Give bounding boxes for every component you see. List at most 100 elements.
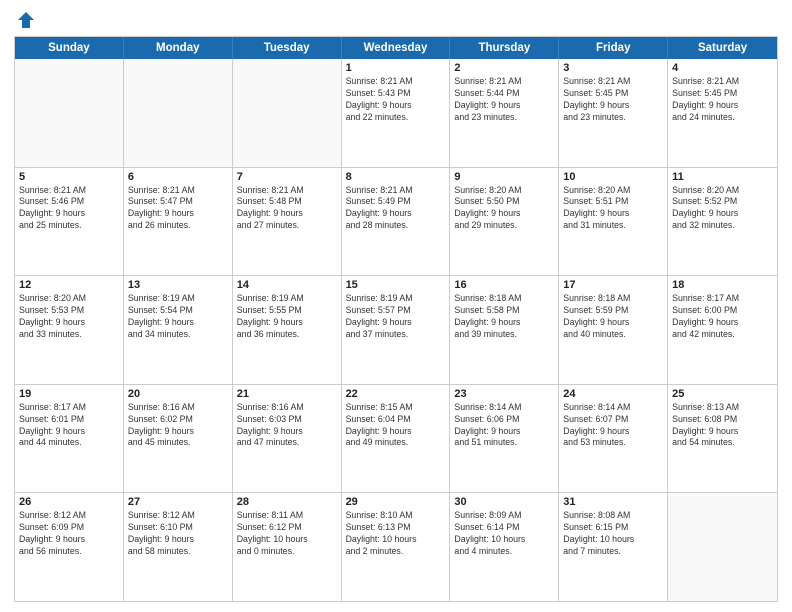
calendar-cell: 14Sunrise: 8:19 AM Sunset: 5:55 PM Dayli…: [233, 276, 342, 384]
day-number: 17: [563, 279, 663, 291]
day-number: 27: [128, 496, 228, 508]
calendar-cell: 21 Sunrise: 8:16 AM Sunset: 6:03 PM Dayli…: [233, 385, 342, 493]
day-info: Sunrise: 8:16 AM Sunset: 6:03 PM Dayligh…: [237, 402, 337, 450]
calendar-cell: 25 Sunrise: 8:13 AM Sunset: 6:08 PM Dayli…: [668, 385, 777, 493]
calendar-cell: 8 Sunrise: 8:21 AM Sunset: 5:49 PM Daylig…: [342, 168, 451, 276]
day-info: Sunrise: 8:21 AM Sunset: 5:43 PM Dayligh…: [346, 76, 446, 124]
calendar-cell: 13 Sunrise: 8:19 AM Sunset: 5:54 PM Dayli…: [124, 276, 233, 384]
header-day: Wednesday: [342, 37, 451, 59]
day-number: 19: [19, 388, 119, 400]
calendar-cell: 24 Sunrise: 8:14 AM Sunset: 6:07 PM Dayli…: [559, 385, 668, 493]
day-info: Sunrise: 8:21 AM Sunset: 5:49 PM Dayligh…: [346, 185, 446, 233]
day-info: Sunrise: 8:09 AM Sunset: 6:14 PM Dayligh…: [454, 510, 554, 558]
header-day: Tuesday: [233, 37, 342, 59]
day-number: 4: [672, 62, 773, 74]
day-number: 21: [237, 388, 337, 400]
day-info: Sunrise: 8:21 AM Sunset: 5:47 PM Dayligh…: [128, 185, 228, 233]
calendar-week: 12 Sunrise: 8:20 AM Sunset: 5:53 PM Dayli…: [15, 275, 777, 384]
day-info: Sunrise: 8:17 AM Sunset: 6:00 PM Dayligh…: [672, 293, 773, 341]
day-number: 15: [346, 279, 446, 291]
calendar-cell: 3 Sunrise: 8:21 AM Sunset: 5:45 PM Daylig…: [559, 59, 668, 167]
day-number: 10: [563, 171, 663, 183]
calendar-cell: 2 Sunrise: 8:21 AM Sunset: 5:44 PM Daylig…: [450, 59, 559, 167]
calendar-cell: 31Sunrise: 8:08 AM Sunset: 6:15 PM Dayli…: [559, 493, 668, 601]
day-info: Sunrise: 8:20 AM Sunset: 5:53 PM Dayligh…: [19, 293, 119, 341]
day-number: 12: [19, 279, 119, 291]
day-info: Sunrise: 8:21 AM Sunset: 5:45 PM Dayligh…: [672, 76, 773, 124]
day-info: Sunrise: 8:21 AM Sunset: 5:44 PM Dayligh…: [454, 76, 554, 124]
calendar-cell: 28 Sunrise: 8:11 AM Sunset: 6:12 PM Dayli…: [233, 493, 342, 601]
day-info: Sunrise: 8:14 AM Sunset: 6:07 PM Dayligh…: [563, 402, 663, 450]
day-info: Sunrise: 8:20 AM Sunset: 5:51 PM Dayligh…: [563, 185, 663, 233]
calendar-cell: 17 Sunrise: 8:18 AM Sunset: 5:59 PM Dayli…: [559, 276, 668, 384]
calendar-cell: [668, 493, 777, 601]
day-info: Sunrise: 8:21 AM Sunset: 5:45 PM Dayligh…: [563, 76, 663, 124]
day-number: 1: [346, 62, 446, 74]
calendar-cell: 26Sunrise: 8:12 AM Sunset: 6:09 PM Dayli…: [15, 493, 124, 601]
calendar-cell: 12 Sunrise: 8:20 AM Sunset: 5:53 PM Dayli…: [15, 276, 124, 384]
calendar-cell: 7 Sunrise: 8:21 AM Sunset: 5:48 PM Daylig…: [233, 168, 342, 276]
calendar-cell: 22 Sunrise: 8:15 AM Sunset: 6:04 PM Dayli…: [342, 385, 451, 493]
day-info: Sunrise: 8:10 AM Sunset: 6:13 PM Dayligh…: [346, 510, 446, 558]
day-number: 8: [346, 171, 446, 183]
day-number: 24: [563, 388, 663, 400]
day-number: 30: [454, 496, 554, 508]
day-number: 22: [346, 388, 446, 400]
calendar-cell: 10 Sunrise: 8:20 AM Sunset: 5:51 PM Dayli…: [559, 168, 668, 276]
day-info: Sunrise: 8:19 AM Sunset: 5:57 PM Dayligh…: [346, 293, 446, 341]
day-info: Sunrise: 8:13 AM Sunset: 6:08 PM Dayligh…: [672, 402, 773, 450]
header-day: Thursday: [450, 37, 559, 59]
day-number: 7: [237, 171, 337, 183]
calendar-cell: 5Sunrise: 8:21 AM Sunset: 5:46 PM Daylig…: [15, 168, 124, 276]
day-info: Sunrise: 8:11 AM Sunset: 6:12 PM Dayligh…: [237, 510, 337, 558]
day-number: 26: [19, 496, 119, 508]
calendar-cell: 29 Sunrise: 8:10 AM Sunset: 6:13 PM Dayli…: [342, 493, 451, 601]
day-number: 13: [128, 279, 228, 291]
day-number: 29: [346, 496, 446, 508]
page: SundayMondayTuesdayWednesdayThursdayFrid…: [0, 0, 792, 612]
day-info: Sunrise: 8:14 AM Sunset: 6:06 PM Dayligh…: [454, 402, 554, 450]
day-info: Sunrise: 8:20 AM Sunset: 5:50 PM Dayligh…: [454, 185, 554, 233]
header-day: Monday: [124, 37, 233, 59]
calendar-cell: 4 Sunrise: 8:21 AM Sunset: 5:45 PM Daylig…: [668, 59, 777, 167]
calendar-cell: 6 Sunrise: 8:21 AM Sunset: 5:47 PM Daylig…: [124, 168, 233, 276]
calendar-cell: [233, 59, 342, 167]
day-info: Sunrise: 8:19 AM Sunset: 5:54 PM Dayligh…: [128, 293, 228, 341]
day-number: 11: [672, 171, 773, 183]
calendar-cell: [15, 59, 124, 167]
calendar-cell: 19Sunrise: 8:17 AM Sunset: 6:01 PM Dayli…: [15, 385, 124, 493]
header-day: Friday: [559, 37, 668, 59]
calendar-week: 26Sunrise: 8:12 AM Sunset: 6:09 PM Dayli…: [15, 492, 777, 601]
day-info: Sunrise: 8:18 AM Sunset: 5:59 PM Dayligh…: [563, 293, 663, 341]
calendar-body: 1 Sunrise: 8:21 AM Sunset: 5:43 PM Daylig…: [15, 59, 777, 601]
calendar-cell: 1 Sunrise: 8:21 AM Sunset: 5:43 PM Daylig…: [342, 59, 451, 167]
day-number: 28: [237, 496, 337, 508]
day-number: 6: [128, 171, 228, 183]
day-number: 5: [19, 171, 119, 183]
day-number: 2: [454, 62, 554, 74]
day-info: Sunrise: 8:21 AM Sunset: 5:48 PM Dayligh…: [237, 185, 337, 233]
day-number: 16: [454, 279, 554, 291]
day-info: Sunrise: 8:20 AM Sunset: 5:52 PM Dayligh…: [672, 185, 773, 233]
calendar-cell: 15 Sunrise: 8:19 AM Sunset: 5:57 PM Dayli…: [342, 276, 451, 384]
calendar-cell: 20Sunrise: 8:16 AM Sunset: 6:02 PM Dayli…: [124, 385, 233, 493]
day-info: Sunrise: 8:08 AM Sunset: 6:15 PM Dayligh…: [563, 510, 663, 558]
header: [14, 10, 778, 30]
calendar-cell: 9Sunrise: 8:20 AM Sunset: 5:50 PM Daylig…: [450, 168, 559, 276]
day-info: Sunrise: 8:15 AM Sunset: 6:04 PM Dayligh…: [346, 402, 446, 450]
calendar-week: 5Sunrise: 8:21 AM Sunset: 5:46 PM Daylig…: [15, 167, 777, 276]
calendar-cell: 23 Sunrise: 8:14 AM Sunset: 6:06 PM Dayli…: [450, 385, 559, 493]
day-info: Sunrise: 8:19 AM Sunset: 5:55 PM Dayligh…: [237, 293, 337, 341]
calendar-cell: 18Sunrise: 8:17 AM Sunset: 6:00 PM Dayli…: [668, 276, 777, 384]
calendar-week: 19Sunrise: 8:17 AM Sunset: 6:01 PM Dayli…: [15, 384, 777, 493]
logo: [14, 10, 36, 30]
day-info: Sunrise: 8:18 AM Sunset: 5:58 PM Dayligh…: [454, 293, 554, 341]
day-number: 3: [563, 62, 663, 74]
logo-icon: [16, 10, 36, 30]
calendar-cell: 27Sunrise: 8:12 AM Sunset: 6:10 PM Dayli…: [124, 493, 233, 601]
header-day: Sunday: [15, 37, 124, 59]
calendar-week: 1 Sunrise: 8:21 AM Sunset: 5:43 PM Daylig…: [15, 59, 777, 167]
day-number: 25: [672, 388, 773, 400]
calendar-cell: 11 Sunrise: 8:20 AM Sunset: 5:52 PM Dayli…: [668, 168, 777, 276]
day-number: 23: [454, 388, 554, 400]
